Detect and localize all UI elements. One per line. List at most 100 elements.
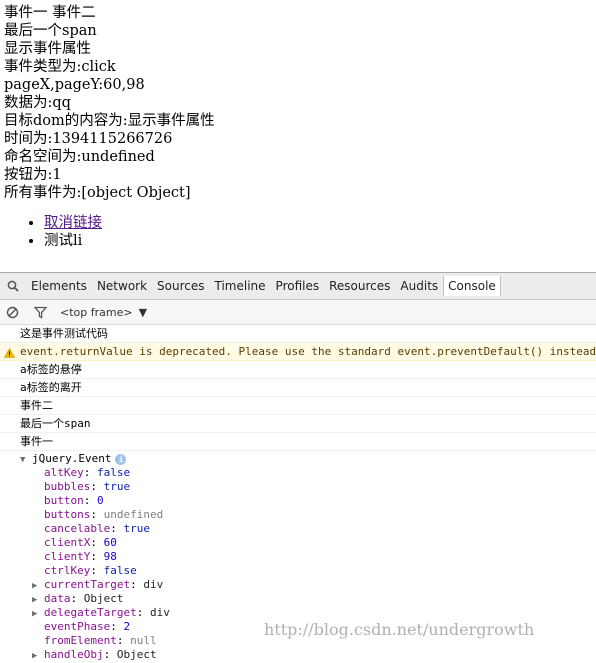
tab-network[interactable]: Network	[92, 276, 152, 296]
tab-profiles[interactable]: Profiles	[271, 276, 325, 296]
property-colon: :	[136, 606, 150, 619]
property-key: fromElement	[44, 634, 117, 647]
property-key: eventPhase	[44, 620, 111, 633]
property-value: 2	[123, 620, 131, 633]
object-property-row[interactable]: ▶ data: Object	[20, 592, 596, 606]
filter-icon[interactable]	[30, 306, 50, 319]
property-colon: :	[130, 578, 144, 591]
warning-text: event.returnValue is deprecated. Please …	[20, 345, 596, 358]
event-spans[interactable]: 事件一 事件二	[4, 4, 592, 22]
object-property-row: cancelable: true	[20, 522, 596, 536]
object-property-row[interactable]: ▶ handleObj: Object	[20, 648, 596, 662]
property-colon: :	[90, 550, 104, 563]
object-property-row: clientY: 98	[20, 550, 596, 564]
warning-icon	[3, 346, 16, 360]
property-key: clientX	[44, 536, 91, 549]
object-property-row: clientX: 60	[20, 536, 596, 550]
page-xy-line: pageX,pageY:60,98	[4, 77, 145, 93]
frame-label: <top frame>	[60, 305, 133, 319]
search-icon[interactable]	[0, 280, 26, 292]
property-value: 98	[103, 550, 117, 563]
property-key: bubbles	[44, 480, 91, 493]
info-icon[interactable]: i	[115, 453, 127, 465]
tab-resources[interactable]: Resources	[324, 276, 395, 296]
object-property-row: bubbles: true	[20, 480, 596, 494]
tab-audits[interactable]: Audits	[395, 276, 443, 296]
list-item[interactable]: 测试li	[44, 232, 592, 250]
property-key: currentTarget	[44, 578, 131, 591]
property-value: undefined	[103, 508, 164, 521]
test-list: 取消链接 测试li	[4, 214, 592, 250]
last-span[interactable]: 最后一个span	[4, 22, 592, 40]
object-property-row: altKey: false	[20, 466, 596, 480]
frame-selector[interactable]: <top frame> ▼	[60, 306, 147, 319]
console-message: 事件二	[0, 397, 596, 415]
timestamp-line: 时间为:1394115266726	[4, 131, 173, 147]
property-key: clientY	[44, 550, 91, 563]
watermark: http://blog.csdn.net/undergrowth	[264, 620, 535, 639]
collapsed-triangle-icon[interactable]: ▶	[32, 607, 44, 621]
tab-sources[interactable]: Sources	[152, 276, 209, 296]
data-line: 数据为:qq	[4, 95, 71, 111]
property-value: 0	[97, 494, 104, 507]
property-colon: :	[103, 648, 117, 661]
button-line: 按钮为:1	[4, 167, 62, 183]
property-value: false	[97, 466, 131, 479]
property-key: handleObj	[44, 648, 104, 661]
console-message: a标签的悬停	[0, 361, 596, 379]
object-property-row[interactable]: ▶ delegateTarget: div	[20, 606, 596, 620]
object-header[interactable]: ▼ jQuery.Event i	[20, 451, 596, 466]
collapsed-triangle-icon[interactable]: ▶	[32, 579, 44, 593]
tab-console[interactable]: Console	[443, 276, 501, 296]
list-item: 取消链接	[44, 214, 592, 232]
target-dom-line: 目标dom的内容为:显示事件属性	[4, 113, 215, 129]
property-key: cancelable	[44, 522, 111, 535]
console-toolbar: <top frame> ▼	[0, 300, 596, 325]
devtools-tabbar: Elements Network Sources Timeline Profil…	[0, 273, 596, 300]
show-event-props[interactable]: 显示事件属性	[4, 40, 592, 58]
console-message: a标签的离开	[0, 379, 596, 397]
object-property-row: button: 0	[20, 494, 596, 508]
console-output: 这是事件测试代码 event.returnValue is deprecated…	[0, 325, 596, 662]
property-colon: :	[116, 634, 131, 647]
property-key: button	[44, 494, 84, 507]
clear-console-icon[interactable]	[2, 306, 22, 319]
object-property-row[interactable]: ▶ currentTarget: div	[20, 578, 596, 592]
property-key: delegateTarget	[44, 606, 137, 619]
console-warning: event.returnValue is deprecated. Please …	[0, 343, 596, 361]
cancel-link[interactable]: 取消链接	[44, 215, 102, 231]
tab-elements[interactable]: Elements	[26, 276, 92, 296]
collapsed-triangle-icon[interactable]: ▶	[32, 649, 44, 663]
property-colon: :	[110, 522, 124, 535]
property-key: altKey	[44, 466, 84, 479]
tab-timeline[interactable]: Timeline	[210, 276, 271, 296]
property-colon: :	[90, 480, 104, 493]
property-colon: :	[83, 494, 97, 507]
object-name: jQuery.Event	[32, 452, 112, 465]
property-value: null	[130, 634, 157, 647]
property-colon: :	[90, 564, 104, 577]
property-value: div	[143, 578, 164, 591]
expanded-triangle-icon[interactable]: ▼	[20, 453, 32, 468]
property-colon: :	[90, 536, 104, 549]
property-key: data	[44, 592, 71, 605]
property-value: Object	[116, 648, 157, 661]
object-property-row: buttons: undefined	[20, 508, 596, 522]
all-events-line: 所有事件为:[object Object]	[4, 185, 191, 201]
dropdown-arrow-icon: ▼	[138, 305, 148, 319]
namespace-line: 命名空间为:undefined	[4, 149, 155, 165]
property-value: 60	[103, 536, 117, 549]
property-key: ctrlKey	[44, 564, 91, 577]
property-colon: :	[90, 508, 104, 521]
event-type-line: 事件类型为:click	[4, 59, 116, 75]
console-message: 这是事件测试代码	[0, 325, 596, 343]
console-message: 事件一	[0, 433, 596, 451]
page-content: 事件一 事件二 最后一个span 显示事件属性 事件类型为:click page…	[4, 4, 592, 250]
property-colon: :	[110, 620, 124, 633]
property-value: false	[103, 564, 137, 577]
property-colon: :	[70, 592, 84, 605]
property-colon: :	[83, 466, 97, 479]
devtools-panel: Elements Network Sources Timeline Profil…	[0, 272, 596, 661]
property-value: Object	[83, 592, 124, 605]
collapsed-triangle-icon[interactable]: ▶	[32, 593, 44, 607]
